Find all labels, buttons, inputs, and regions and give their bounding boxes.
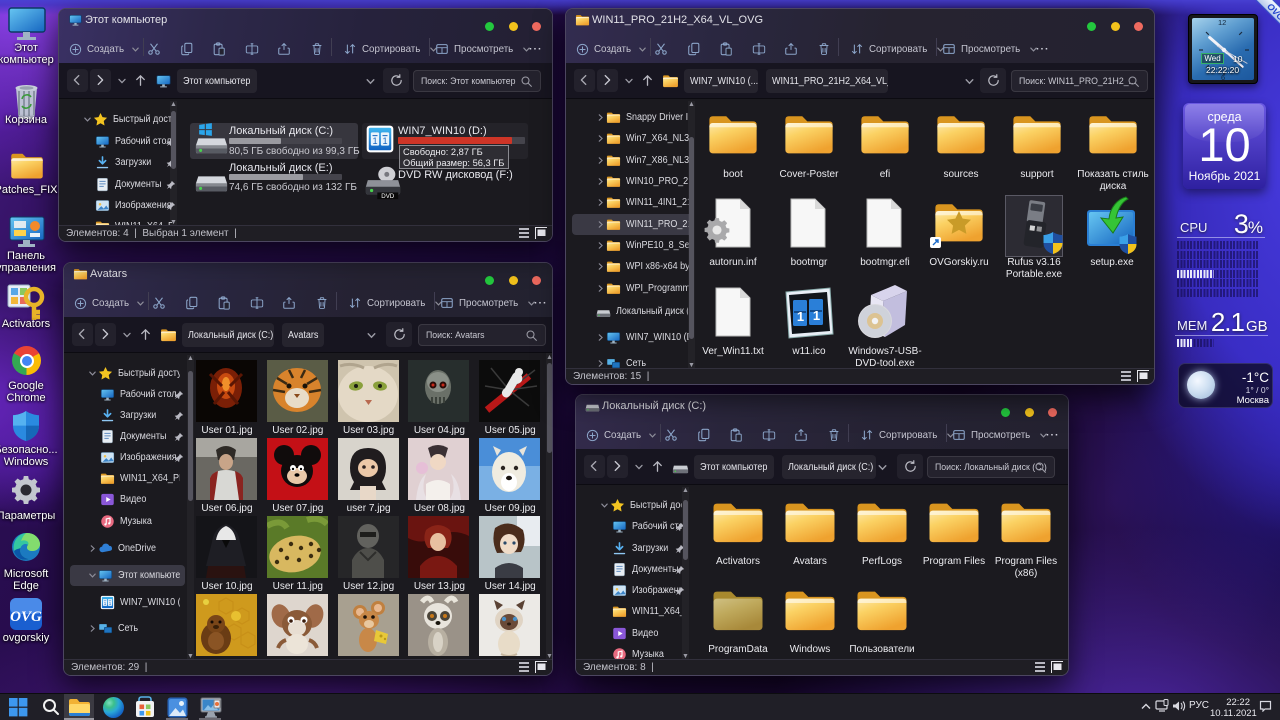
svg-text:1: 1 [797, 309, 804, 324]
svg-text:1: 1 [813, 308, 820, 323]
svg-text:OVG: OVG [10, 609, 42, 625]
